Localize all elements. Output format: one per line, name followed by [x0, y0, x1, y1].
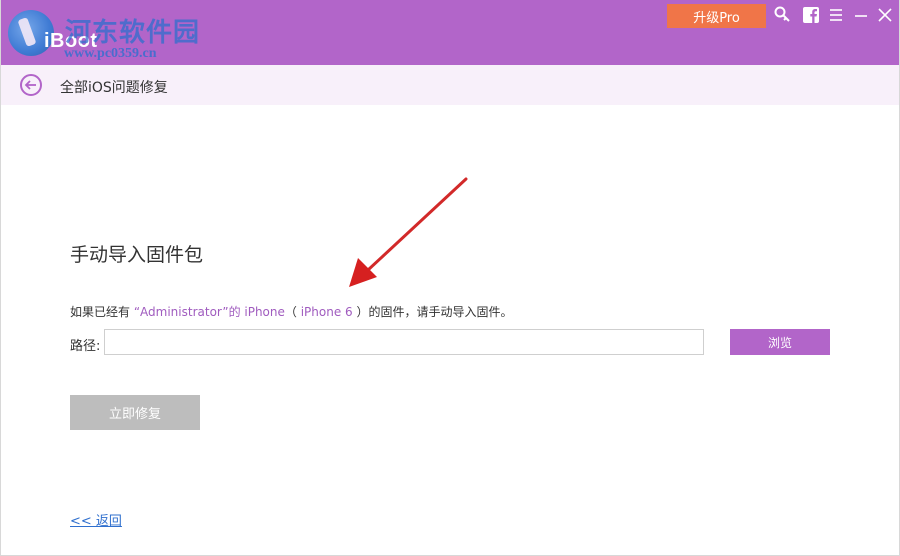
desc-device-owner: “Administrator”的 iPhone — [133, 305, 285, 319]
section-heading: 手动导入固件包 — [70, 244, 204, 266]
close-icon[interactable] — [875, 5, 895, 25]
page-title: 全部iOS问题修复 — [60, 80, 168, 96]
menu-icon[interactable] — [826, 5, 846, 25]
facebook-icon[interactable] — [801, 5, 821, 25]
back-button[interactable] — [20, 74, 42, 96]
repair-now-button[interactable]: 立即修复 — [70, 395, 200, 430]
watermark-url: www.pc0359.cn — [64, 46, 157, 61]
upgrade-pro-button[interactable]: 升级Pro — [667, 4, 766, 28]
arrow-left-icon — [24, 80, 36, 90]
browse-button[interactable]: 浏览 — [730, 329, 830, 355]
desc-paren-close: ） — [352, 305, 369, 319]
path-input[interactable] — [104, 329, 704, 355]
minimize-icon[interactable] — [851, 5, 871, 25]
desc-paren-open: （ — [284, 305, 301, 319]
key-icon[interactable] — [772, 5, 792, 25]
path-label: 路径: — [70, 339, 101, 354]
watermark-title: 河东软件园 — [65, 18, 201, 48]
desc-suffix: 的固件，请手动导入固件。 — [368, 305, 513, 319]
return-link[interactable]: << 返回 — [70, 510, 122, 529]
title-bar: iBoot 河东软件园 www.pc0359.cn 升级Pro — [0, 0, 900, 65]
firmware-description: 如果已经有 “Administrator”的 iPhone（ iPhone 6 … — [70, 303, 513, 320]
desc-prefix: 如果已经有 — [70, 305, 134, 319]
desc-device-model: iPhone 6 — [300, 305, 353, 319]
sub-header: 全部iOS问题修复 — [0, 65, 900, 105]
